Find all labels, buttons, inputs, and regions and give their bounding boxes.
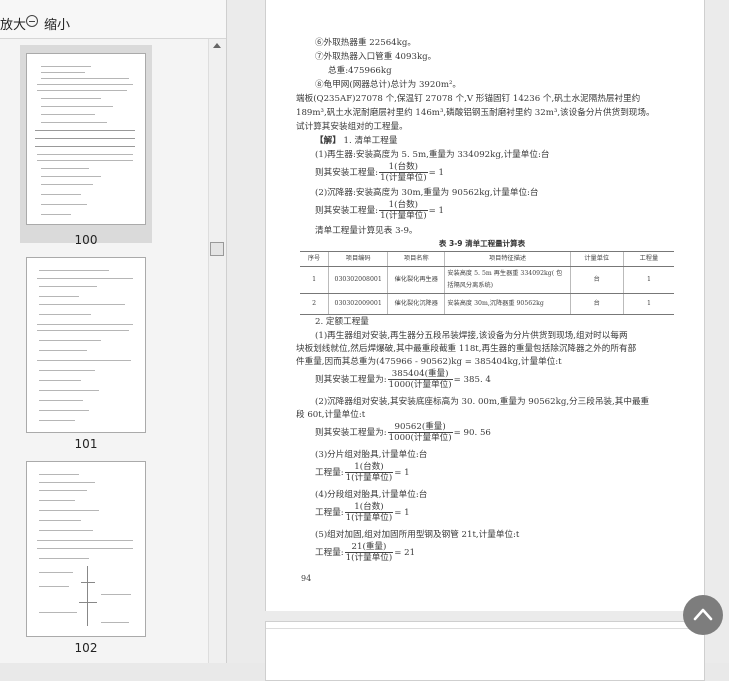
zoom-toolbar: 放大 缩小 — [0, 0, 226, 39]
text-line: ⑥外取热器重 22564kg。 — [315, 38, 416, 48]
text-line: (2)沉降器组对安装,其安装底座标高为 30. 00m,重量为 90562kg,… — [315, 397, 650, 407]
next-document-page — [265, 621, 705, 681]
text-line: (4)分段组对胎具,计量单位:台 — [315, 490, 428, 500]
text-line: (2)沉降器:安装高度为 30m,重量为 90562kg,计量单位:台 — [315, 188, 539, 198]
text-line: (5)组对加固,组对加固所用型钢及钢管 21t,计量单位:t — [315, 530, 520, 540]
thumbnail-label: 101 — [74, 437, 98, 451]
text-line: (1)再生器:安装高度为 5. 5m,重量为 334092kg,计量单位:台 — [315, 150, 550, 160]
quantity-table: 序号 项目编码 项目名称 项目特征描述 计量单位 工程量 1 030302008… — [300, 251, 674, 315]
text-line: ⑧龟甲网(网器总计)总计为 3920m²。 — [315, 80, 462, 90]
text-line: 块板划线就位,然后焊爆破,其中最重段截重 118t,再生器的重量包括除沉降器之外… — [296, 344, 637, 354]
zoom-out-icon[interactable] — [26, 15, 38, 27]
thumbnail-image — [26, 461, 146, 637]
thumbnail-list: 100 101 102 — [0, 39, 208, 663]
page-content: ⑥外取热器重 22564kg。 ⑦外取热器入口管重 4093kg。 总重:475… — [266, 0, 706, 611]
thumbnail-label: 100 — [74, 233, 98, 247]
equation: 则其安装工程量: 1(台数) 1(计量单位) = 1 — [315, 162, 445, 183]
zoom-out-button[interactable]: 缩小 — [44, 14, 70, 33]
text-line: 189m³,矾土水泥耐磨层衬里约 146m³,磷酸铝钢玉耐磨衬里约 32m³,该… — [296, 108, 655, 118]
text-line: 试计算其安装组对的工程量。 — [296, 122, 408, 132]
table-header: 项目名称 — [387, 251, 445, 267]
document-page: ⑥外取热器重 22564kg。 ⑦外取热器入口管重 4093kg。 总重:475… — [265, 0, 705, 611]
document-viewer[interactable]: ⑥外取热器重 22564kg。 ⑦外取热器入口管重 4093kg。 总重:475… — [227, 0, 729, 681]
text-line: 端板(Q235AF)27078 个,保温钉 27078 个,V 形锚固钉 142… — [296, 94, 641, 104]
table-row: 2 030302009001 催化裂化沉降器 安装高度 30m,沉降器重 905… — [300, 293, 674, 315]
section-heading: 2. 定额工程量 — [315, 317, 369, 327]
text-line: (3)分片组对胎具,计量单位:台 — [315, 450, 428, 460]
equation: 则其安装工程量: 1(台数) 1(计量单位) = 1 — [315, 200, 445, 221]
answer-label: 【解】 — [315, 136, 341, 146]
chevron-up-icon — [693, 608, 713, 621]
table-header: 项目特征描述 — [444, 251, 571, 267]
equation: 则其安装工程量为: 90562(重量) 1000(计量单位) = 90. 56 — [315, 422, 491, 443]
section-heading: 1. 清单工程量 — [343, 136, 398, 146]
thumbnail-image — [26, 257, 146, 433]
zoom-in-button[interactable]: 放大 — [0, 14, 26, 33]
text-line: (1)再生器组对安装,再生器分五段吊装焊接,该设备为分片供货到现场,组对时以每两 — [315, 331, 628, 341]
equation: 工程量: 1(台数) 1(计量单位) = 1 — [315, 462, 410, 483]
equation: 工程量: 1(台数) 1(计量单位) = 1 — [315, 502, 410, 523]
text-line: 段 60t,计量单位:t — [296, 410, 366, 420]
scroll-up-arrow-icon[interactable] — [213, 43, 221, 48]
thumbnail-label: 102 — [74, 641, 98, 655]
text-line: ⑦外取热器入口管重 4093kg。 — [315, 52, 437, 62]
thumbnail-image — [26, 53, 146, 225]
page-number: 94 — [301, 574, 312, 583]
table-header: 项目编码 — [328, 251, 388, 267]
thumbnail-scrollbar[interactable] — [208, 39, 226, 663]
table-header: 计量单位 — [569, 251, 624, 267]
table-title: 表 3-9 清单工程量计算表 — [438, 239, 526, 248]
scrollbar-thumb[interactable] — [210, 242, 224, 256]
text-line: 清单工程量计算见表 3-9。 — [315, 226, 418, 236]
equation: 则其安装工程量为: 385404(重量) 1000(计量单位) = 385. 4 — [315, 369, 491, 390]
table-header: 工程量 — [622, 251, 674, 267]
text-line: 总重:475966kg — [328, 66, 392, 76]
scroll-to-top-button[interactable] — [683, 595, 723, 635]
table-header: 序号 — [300, 251, 329, 267]
text-line: 件重量,因而其总重为(475966 - 90562)kg = 385404kg,… — [296, 357, 562, 367]
table-row: 1 030302008001 催化裂化再生器 安装高度 5. 5m 再生器重 3… — [300, 266, 674, 294]
thumbnail-sidebar: 放大 缩小 100 101 102 — [0, 0, 227, 663]
equation: 工程量: 21(重量) 1(计量单位) = 21 — [315, 542, 416, 563]
